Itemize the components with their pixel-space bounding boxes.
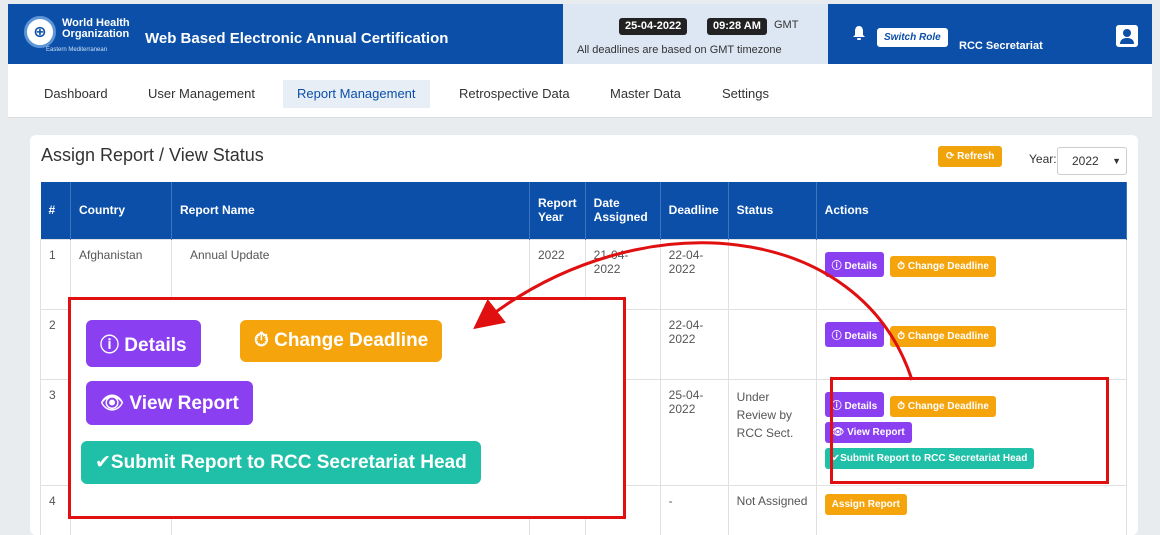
callout-arrow [473,241,914,381]
